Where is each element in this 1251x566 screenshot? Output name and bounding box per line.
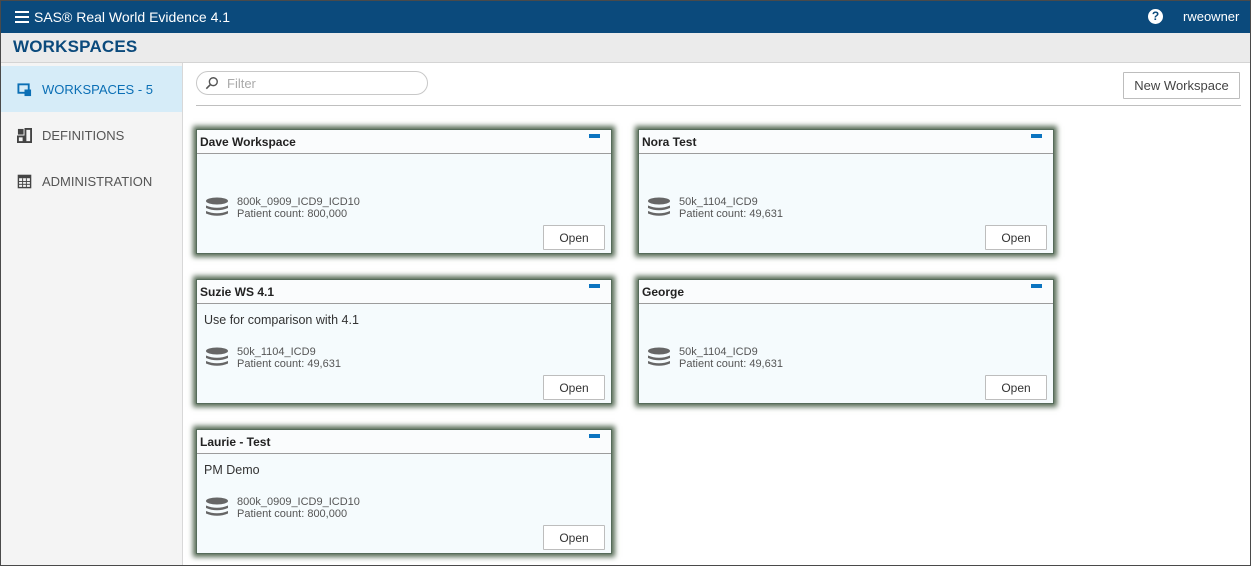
- patient-count: Patient count: 49,631: [237, 358, 341, 370]
- sidebar-item-label: ADMINISTRATION: [42, 173, 153, 189]
- open-button[interactable]: Open: [543, 375, 605, 400]
- database-icon: [206, 347, 228, 366]
- data-source-name: 50k_1104_ICD9: [237, 346, 316, 358]
- patient-count: Patient count: 800,000: [237, 508, 348, 520]
- card-header: George: [639, 280, 1053, 304]
- sidebar: WORKSPACES - 5 DEFINITIONS ADMINISTRATIO…: [1, 63, 183, 565]
- workspace-card: Laurie - Test PM Demo 800k_0909_ICD9_ICD…: [196, 429, 612, 554]
- workspace-name: Suzie WS 4.1: [200, 285, 275, 299]
- workspace-description: Use for comparison with 4.1: [204, 313, 359, 327]
- card-header: Suzie WS 4.1: [197, 280, 611, 304]
- page-title: WORKSPACES: [13, 37, 138, 56]
- workspace-name: Nora Test: [642, 135, 697, 149]
- workspace-card: Nora Test 50k_1104_ICD9 Patient count: 4…: [638, 129, 1054, 254]
- filter-box[interactable]: [196, 71, 428, 95]
- collapse-icon[interactable]: [589, 134, 600, 138]
- workspace-name: George: [642, 285, 685, 299]
- card-header: Laurie - Test: [197, 430, 611, 454]
- sidebar-item-workspaces[interactable]: WORKSPACES - 5: [1, 66, 182, 112]
- collapse-icon[interactable]: [589, 434, 600, 438]
- collapse-icon[interactable]: [1031, 134, 1042, 138]
- user-menu[interactable]: rweowner: [1183, 1, 1239, 33]
- top-bar: SAS® Real World Evidence 4.1 ? rweowner: [1, 1, 1250, 33]
- data-source-name: 50k_1104_ICD9: [679, 196, 758, 208]
- workspace-name: Laurie - Test: [200, 435, 271, 449]
- database-icon: [648, 347, 670, 366]
- card-header: Nora Test: [639, 130, 1053, 154]
- workspace-name: Dave Workspace: [200, 135, 296, 149]
- database-icon: [206, 497, 228, 516]
- data-source-name: 50k_1104_ICD9: [679, 346, 758, 358]
- calendar-grid-icon: [17, 174, 32, 188]
- hamburger-menu-icon[interactable]: [15, 11, 29, 23]
- workspace-card: Suzie WS 4.1 Use for comparison with 4.1…: [196, 279, 612, 404]
- workspace-card: George 50k_1104_ICD9 Patient count: 49,6…: [638, 279, 1054, 404]
- workspace-card: Dave Workspace 800k_0909_ICD9_ICD10 Pati…: [196, 129, 612, 254]
- patient-count: Patient count: 800,000: [237, 208, 348, 220]
- workspace-description: PM Demo: [204, 463, 260, 477]
- card-header: Dave Workspace: [197, 130, 611, 154]
- filter-input[interactable]: [227, 75, 417, 91]
- open-button[interactable]: Open: [543, 225, 605, 250]
- help-icon[interactable]: ?: [1148, 9, 1163, 24]
- sidebar-item-administration[interactable]: ADMINISTRATION: [1, 158, 182, 204]
- toolbar-divider: [196, 105, 1241, 106]
- definitions-icon: [17, 127, 32, 143]
- sidebar-item-label: WORKSPACES - 5: [42, 81, 154, 97]
- database-icon: [648, 197, 670, 216]
- database-icon: [206, 197, 228, 216]
- data-source-name: 800k_0909_ICD9_ICD10: [237, 496, 360, 508]
- search-icon: [205, 77, 218, 90]
- patient-count: Patient count: 49,631: [679, 208, 783, 220]
- data-source-name: 800k_0909_ICD9_ICD10: [237, 196, 360, 208]
- collapse-icon[interactable]: [589, 284, 600, 288]
- page-header: WORKSPACES: [1, 33, 1250, 63]
- open-button[interactable]: Open: [985, 375, 1047, 400]
- app-title: SAS® Real World Evidence 4.1: [34, 9, 231, 25]
- collapse-icon[interactable]: [1031, 284, 1042, 288]
- workspace-icon: [17, 82, 32, 96]
- sidebar-item-label: DEFINITIONS: [42, 127, 125, 143]
- patient-count: Patient count: 49,631: [679, 358, 783, 370]
- new-workspace-button[interactable]: New Workspace: [1123, 72, 1240, 99]
- open-button[interactable]: Open: [985, 225, 1047, 250]
- main-content: New Workspace Dave Workspace 800k_0909_I…: [183, 63, 1250, 565]
- app-window: SAS® Real World Evidence 4.1 ? rweowner …: [0, 0, 1251, 566]
- open-button[interactable]: Open: [543, 525, 605, 550]
- sidebar-item-definitions[interactable]: DEFINITIONS: [1, 112, 182, 158]
